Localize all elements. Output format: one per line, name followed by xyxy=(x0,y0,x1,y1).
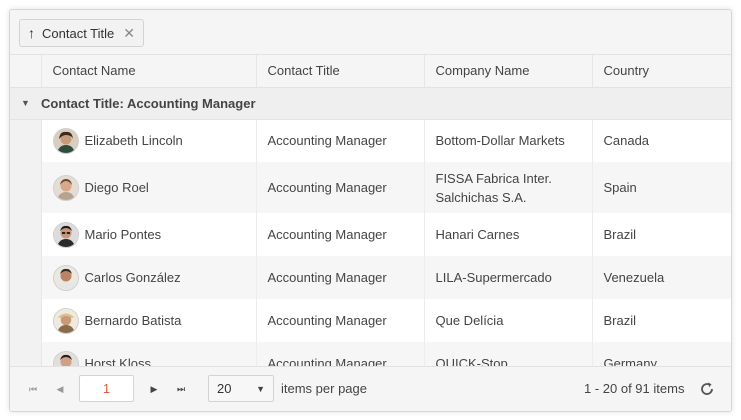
contact-name: Mario Pontes xyxy=(84,227,162,242)
table-row[interactable]: Bernardo Batista Accounting Manager Que … xyxy=(10,299,731,342)
column-header-country[interactable]: Country xyxy=(591,55,731,88)
group-indent-cell xyxy=(10,256,42,299)
contact-title: Accounting Manager xyxy=(255,119,424,162)
pager-info: 1 - 20 of 91 items xyxy=(584,381,685,396)
country: Spain xyxy=(591,162,731,213)
company-name: QUICK-Stop xyxy=(423,342,592,366)
table-row[interactable]: Carlos González Accounting Manager LILA-… xyxy=(10,256,731,299)
column-header-contact-name[interactable]: Contact Name xyxy=(40,55,256,88)
contact-title: Accounting Manager xyxy=(255,342,424,366)
table-row[interactable]: Horst Kloss Accounting Manager QUICK-Sto… xyxy=(10,342,731,366)
header-row: Contact Name Contact Title Company Name … xyxy=(10,55,731,88)
group-cell-header xyxy=(10,55,41,88)
last-page-icon[interactable]: ⏭ xyxy=(173,381,189,397)
group-indent-cell xyxy=(10,299,42,342)
country: Brazil xyxy=(591,213,731,256)
group-header-label: Contact Title: Accounting Manager xyxy=(41,87,731,120)
page-size-dropdown[interactable]: 20 ▼ xyxy=(208,375,274,402)
contact-title: Accounting Manager xyxy=(255,256,424,299)
table-row[interactable]: Elizabeth Lincoln Accounting Manager Bot… xyxy=(10,119,731,162)
group-indicator-chip[interactable]: ↑ Contact Title ✕ xyxy=(19,19,144,47)
company-name: Bottom-Dollar Markets xyxy=(423,119,592,162)
page-size-value: 20 xyxy=(217,381,232,396)
group-indent-cell xyxy=(10,342,42,366)
next-page-icon[interactable]: ▶ xyxy=(146,381,162,397)
company-name: Hanari Carnes xyxy=(423,213,592,256)
refresh-icon[interactable] xyxy=(698,380,716,398)
group-header-row: ▼ Contact Title: Accounting Manager xyxy=(10,87,731,120)
first-page-icon[interactable]: ⏮ xyxy=(25,381,41,397)
triangle-down-icon[interactable]: ▼ xyxy=(10,87,41,120)
company-name: LILA-Supermercado xyxy=(423,256,592,299)
pager: ⏮ ◀ 1 ▶ ⏭ 20 ▼ items per page 1 - 20 of … xyxy=(10,366,731,411)
table-row[interactable]: Mario Pontes Accounting Manager Hanari C… xyxy=(10,213,731,256)
country: Canada xyxy=(591,119,731,162)
contact-name: Horst Kloss xyxy=(84,356,151,366)
contact-title: Accounting Manager xyxy=(255,213,424,256)
table-row[interactable]: Diego Roel Accounting Manager FISSA Fabr… xyxy=(10,162,731,213)
grid: ↑ Contact Title ✕ Contact Name Contact T… xyxy=(9,9,732,412)
company-name: Que Delícia xyxy=(423,299,592,342)
contact-name: Bernardo Batista xyxy=(84,313,182,328)
contact-name: Elizabeth Lincoln xyxy=(84,133,183,149)
avatar xyxy=(52,127,79,154)
caret-down-icon: ▼ xyxy=(256,383,265,394)
avatar xyxy=(52,221,79,248)
page-number-input[interactable]: 1 xyxy=(79,375,134,402)
company-name: FISSA Fabrica Inter. Salchichas S.A. xyxy=(423,162,592,213)
contact-name: Carlos González xyxy=(84,270,181,285)
arrow-up-icon[interactable]: ↑ xyxy=(28,26,35,40)
column-header-company-name[interactable]: Company Name xyxy=(423,55,592,88)
items-per-page-label: items per page xyxy=(281,381,367,396)
column-header-contact-title[interactable]: Contact Title xyxy=(255,55,424,88)
avatar xyxy=(52,307,79,334)
country: Brazil xyxy=(591,299,731,342)
group-indent-cell xyxy=(10,162,42,213)
country: Germany xyxy=(591,342,731,366)
avatar xyxy=(52,264,79,291)
group-panel: ↑ Contact Title ✕ xyxy=(10,10,731,55)
previous-page-icon[interactable]: ◀ xyxy=(52,381,68,397)
contact-title: Accounting Manager xyxy=(255,162,424,213)
avatar xyxy=(52,350,79,366)
group-indent-cell xyxy=(10,119,42,162)
contact-name: Diego Roel xyxy=(84,180,149,195)
close-icon[interactable]: ✕ xyxy=(123,26,135,40)
country: Venezuela xyxy=(591,256,731,299)
group-indent-cell xyxy=(10,213,42,256)
grid-content: Contact Name Contact Title Company Name … xyxy=(10,55,731,366)
group-chip-label: Contact Title xyxy=(42,25,115,41)
avatar xyxy=(52,174,79,201)
contact-title: Accounting Manager xyxy=(255,299,424,342)
